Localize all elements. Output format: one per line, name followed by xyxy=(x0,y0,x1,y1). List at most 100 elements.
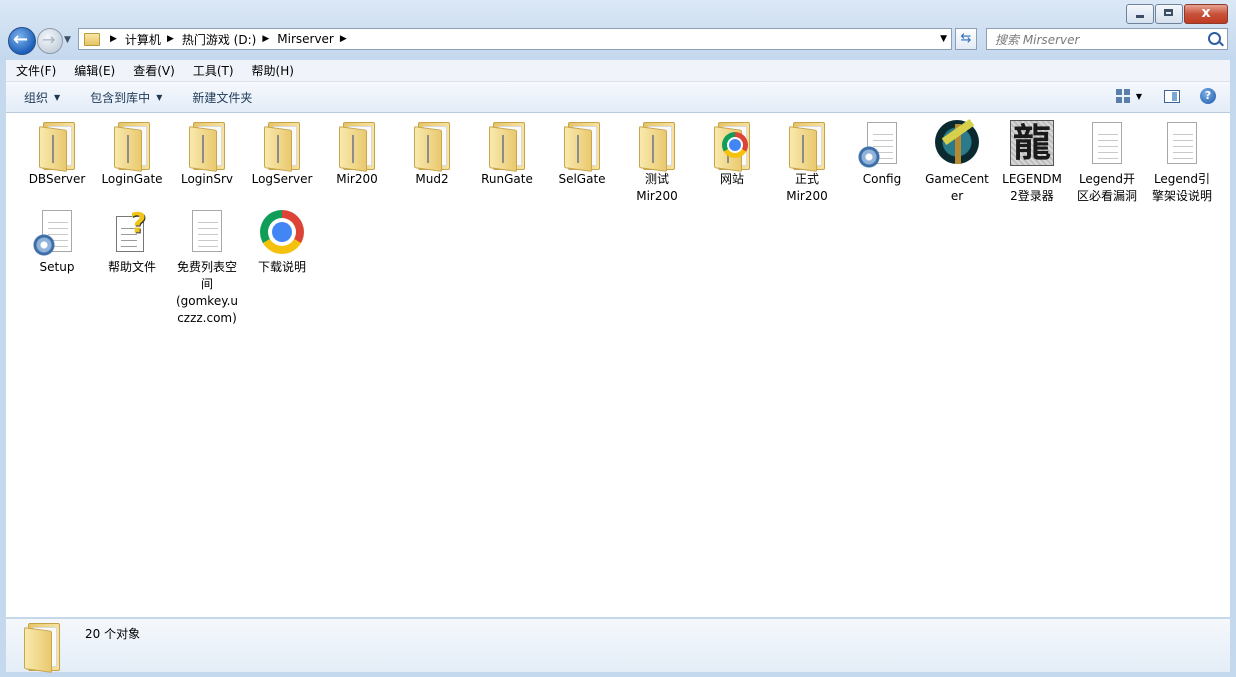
file-item-label: Mud2 xyxy=(415,172,449,186)
folder-icon xyxy=(783,120,831,172)
breadcrumb-drive-d[interactable]: 热门游戏 (D:) ▶ xyxy=(182,31,277,48)
file-item[interactable]: LoginSrv xyxy=(170,114,244,188)
chrome-folder-icon xyxy=(708,120,756,172)
recent-pages-dropdown[interactable]: ▼ xyxy=(64,35,71,45)
include-library-label: 包含到库中 xyxy=(90,90,151,105)
chevron-down-icon: ▼ xyxy=(54,92,61,102)
file-item-label: 网站 xyxy=(719,172,744,186)
chevron-right-icon[interactable]: ▶ xyxy=(262,34,269,44)
chevron-right-icon[interactable]: ▶ xyxy=(167,34,174,44)
menu-bar: 文件(F) 编辑(E) 查看(V) 工具(T) 帮助(H) xyxy=(6,60,1230,82)
organize-label: 组织 xyxy=(24,90,49,105)
file-item-label: LoginSrv xyxy=(180,172,234,186)
gamecenter-app-icon xyxy=(933,120,981,168)
minimize-icon xyxy=(1136,15,1144,18)
help-icon[interactable]: ? xyxy=(1200,88,1216,104)
breadcrumb-label: 热门游戏 (D:) xyxy=(181,32,257,47)
file-item-label: Legend开 区必看漏洞 xyxy=(1076,172,1137,203)
config-file-icon xyxy=(33,208,81,256)
menu-help[interactable]: 帮助(H) xyxy=(242,62,302,79)
file-item-label: 下载说明 xyxy=(257,260,306,274)
caption-buttons: x xyxy=(1125,4,1228,24)
file-item[interactable]: Mud2 xyxy=(395,114,469,188)
file-list-view[interactable]: DBServer LoginGate LoginSrv LogServer Mir200… xyxy=(6,113,1230,617)
breadcrumb-mirserver[interactable]: Mirserver ▶ xyxy=(277,32,355,46)
menu-file[interactable]: 文件(F) xyxy=(6,62,64,79)
config-file-icon xyxy=(858,120,906,168)
file-item[interactable]: Config xyxy=(845,114,919,188)
chevron-right-icon[interactable]: ▶ xyxy=(110,34,117,44)
chevron-down-icon[interactable]: ▼ xyxy=(940,34,947,44)
file-item-label: SelGate xyxy=(558,172,606,186)
text-document-icon xyxy=(1083,120,1131,168)
folder-icon xyxy=(633,120,681,172)
file-item-label: 正式 Mir200 xyxy=(786,172,828,203)
minimize-button[interactable] xyxy=(1126,4,1154,24)
text-document-icon xyxy=(183,208,231,256)
menu-edit[interactable]: 编辑(E) xyxy=(64,62,123,79)
chevron-down-icon: ▼ xyxy=(156,92,163,102)
file-item-label: LoginGate xyxy=(101,172,163,186)
file-item[interactable]: 龍 LEGENDM 2登录器 xyxy=(995,114,1069,205)
refresh-button[interactable]: ⇆ xyxy=(955,28,977,50)
back-button[interactable] xyxy=(8,27,36,55)
file-item[interactable]: 网站 xyxy=(695,114,769,188)
menu-tools[interactable]: 工具(T) xyxy=(183,62,242,79)
address-bar[interactable]: ▶ 计算机 ▶ 热门游戏 (D:) ▶ Mirserver ▶ ▼ xyxy=(78,28,952,50)
file-item-label: LogServer xyxy=(251,172,313,186)
file-item[interactable]: Legend开 区必看漏洞 xyxy=(1070,114,1144,205)
file-item-label: Setup xyxy=(39,260,75,274)
file-item[interactable]: Mir200 xyxy=(320,114,394,188)
breadcrumb-computer[interactable]: 计算机 ▶ xyxy=(125,31,182,48)
view-options-icon[interactable] xyxy=(1115,89,1130,103)
file-item-label: RunGate xyxy=(481,172,533,186)
dragon-app-icon: 龍 xyxy=(1008,120,1056,168)
chevron-down-icon[interactable]: ▼ xyxy=(1136,92,1142,101)
file-item-label: LEGENDM 2登录器 xyxy=(1002,172,1062,203)
maximize-icon xyxy=(1164,9,1173,16)
file-item[interactable]: Setup xyxy=(20,202,94,276)
file-item[interactable]: 免费列表空间 (gomkey.u czzz.com) xyxy=(170,202,244,327)
text-document-icon xyxy=(1158,120,1206,168)
file-item[interactable]: Legend引 擎架设说明 xyxy=(1145,114,1219,205)
refresh-icon: ⇆ xyxy=(960,31,972,46)
organize-button[interactable]: 组织 ▼ xyxy=(6,89,72,106)
preview-pane-icon[interactable] xyxy=(1164,89,1180,103)
file-item[interactable]: LogServer xyxy=(245,114,319,188)
new-folder-label: 新建文件夹 xyxy=(192,90,253,105)
file-item[interactable]: LoginGate xyxy=(95,114,169,188)
file-item-label: DBServer xyxy=(28,172,86,186)
folder-icon xyxy=(24,623,64,673)
file-item[interactable]: RunGate xyxy=(470,114,544,188)
folder-icon xyxy=(33,120,81,172)
command-bar: 组织 ▼ 包含到库中 ▼ 新建文件夹 ▼ ? xyxy=(6,82,1230,113)
chevron-right-icon[interactable]: ▶ xyxy=(340,34,347,44)
file-item[interactable]: 下载说明 xyxy=(245,202,319,276)
include-library-button[interactable]: 包含到库中 ▼ xyxy=(72,89,174,106)
file-item[interactable]: SelGate xyxy=(545,114,619,188)
file-item-label: Config xyxy=(862,172,902,186)
explorer-window: x ▼ ▶ 计算机 ▶ 热门游戏 (D:) ▶ Mirserver ▶ ▼ ⇆ 文件(… xyxy=(0,0,1236,677)
file-item[interactable]: ? 帮助文件 xyxy=(95,202,169,276)
search-icon[interactable] xyxy=(1208,32,1221,45)
close-button[interactable]: x xyxy=(1184,4,1228,24)
file-item[interactable]: GameCent er xyxy=(920,114,994,205)
folder-icon xyxy=(333,120,381,172)
close-icon: x xyxy=(1201,5,1211,21)
file-item-label: Legend引 擎架设说明 xyxy=(1151,172,1212,203)
search-box[interactable] xyxy=(986,28,1228,50)
maximize-button[interactable] xyxy=(1155,4,1183,24)
new-folder-button[interactable]: 新建文件夹 xyxy=(174,89,264,106)
file-item-label: 免费列表空间 (gomkey.u czzz.com) xyxy=(175,260,239,325)
item-count: 20 个对象 xyxy=(85,627,141,641)
forward-button[interactable] xyxy=(37,28,63,54)
breadcrumb-label: 计算机 xyxy=(124,32,161,47)
file-item[interactable]: DBServer xyxy=(20,114,94,188)
menu-view[interactable]: 查看(V) xyxy=(123,62,183,79)
breadcrumb-label: Mirserver xyxy=(277,32,334,46)
file-item-label: Mir200 xyxy=(336,172,378,186)
folder-icon xyxy=(558,120,606,172)
file-item[interactable]: 测试 Mir200 xyxy=(620,114,694,205)
search-input[interactable] xyxy=(993,30,1197,50)
file-item[interactable]: 正式 Mir200 xyxy=(770,114,844,205)
